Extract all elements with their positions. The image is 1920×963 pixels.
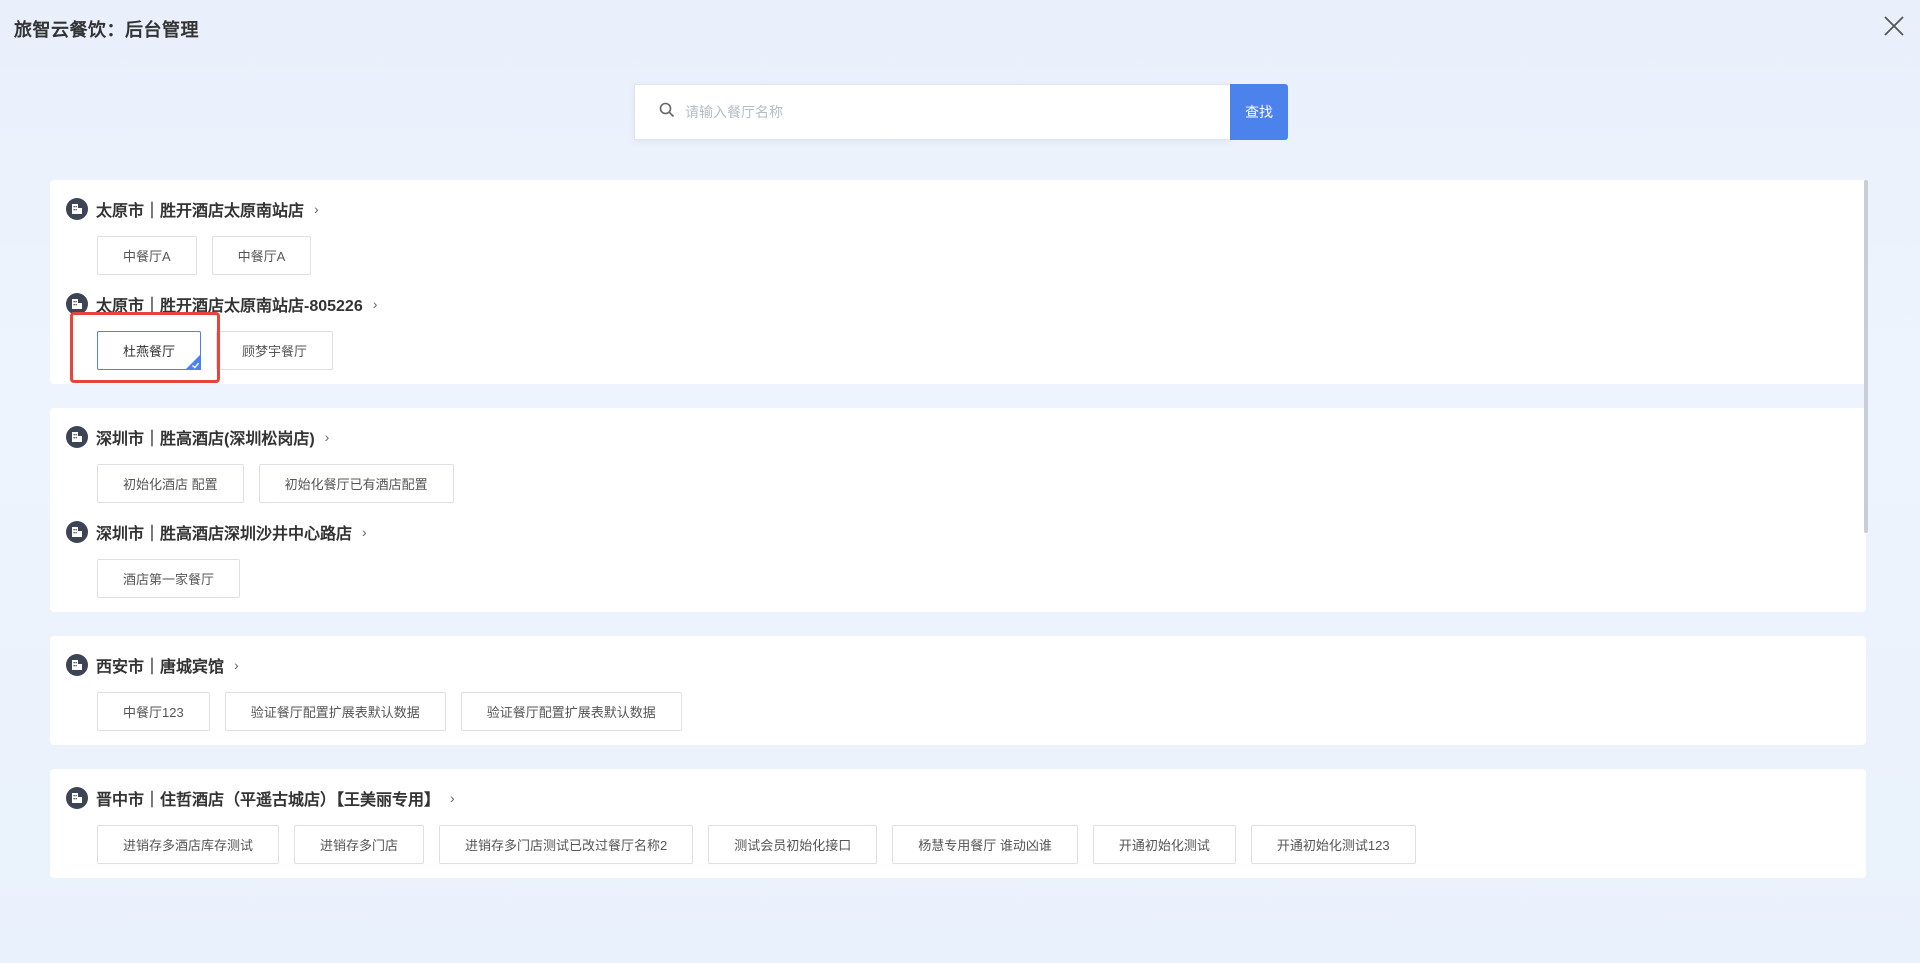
hotel-name: 晋中市｜住哲酒店（平遥古城店）【王美丽专用】: [96, 792, 441, 809]
restaurant-label: 酒店第一家餐厅: [123, 572, 215, 587]
building-icon: [66, 426, 88, 448]
restaurant-label: 初始化酒店 配置: [123, 477, 218, 492]
chevron-right-icon: ›: [362, 524, 367, 540]
hotel-group-card: 晋中市｜住哲酒店（平遥古城店）【王美丽专用】 › 进销存多酒店库存测试 进销存多门店进…: [50, 769, 1866, 878]
restaurant-list: 初始化酒店 配置 初始化餐厅已有酒店配置: [97, 464, 1866, 503]
restaurant-label: 中餐厅A: [123, 249, 171, 264]
building-icon: [66, 787, 88, 809]
chevron-right-icon: ›: [324, 429, 330, 445]
restaurant-label: 进销存多酒店库存测试: [123, 838, 254, 853]
hotel-header[interactable]: 太原市｜胜开酒店太原南站店 ›: [66, 196, 1866, 222]
hotel-header[interactable]: 西安市｜唐城宾馆 ›: [66, 652, 1866, 678]
hotel-header[interactable]: 太原市｜胜开酒店太原南站店-805226 ›: [66, 291, 1866, 317]
search-input[interactable]: [685, 104, 1205, 120]
search-icon: [659, 102, 675, 123]
restaurant-button[interactable]: 中餐厅123: [97, 692, 210, 731]
restaurant-label: 中餐厅A: [237, 249, 286, 264]
restaurant-label: 进销存多门店: [320, 838, 399, 853]
header: 旅智云餐饮：后台管理: [0, 0, 1920, 54]
restaurant-list: 进销存多酒店库存测试 进销存多门店 进销存多门店测试已改过餐厅名称2 测试会员初始化接…: [97, 825, 1866, 864]
chevron-right-icon: ›: [372, 296, 378, 312]
restaurant-label: 进销存多门店测试已改过餐厅名称2: [465, 838, 668, 853]
hotel-name: 深圳市｜胜高酒店深圳沙井中心路店: [96, 526, 353, 543]
building-icon: [66, 198, 88, 220]
restaurant-label: 初始化餐厅已有酒店配置: [284, 477, 428, 492]
restaurant-button[interactable]: 进销存多门店: [294, 825, 425, 864]
hotel-group-card: 深圳市｜胜高酒店(深圳松岗店) › 初始化酒店 配置 初始化餐厅已有酒店配置 深圳市｜胜…: [50, 408, 1866, 612]
hotel-name: 深圳市｜胜高酒店(深圳松岗店): [96, 431, 315, 448]
restaurant-label: 杨慧专用餐厅 谁动凶谁: [918, 838, 1052, 853]
close-icon[interactable]: [1882, 14, 1906, 38]
chevron-right-icon: ›: [314, 201, 319, 217]
hotel-name: 太原市｜胜开酒店太原南站店-805226: [96, 298, 363, 315]
hotel-group-card: 西安市｜唐城宾馆 › 中餐厅123 验证餐厅配置扩展表默认数据 验证餐厅配置扩展表默认数…: [50, 636, 1866, 745]
building-icon: [66, 293, 88, 315]
restaurant-label: 测试会员初始化接口: [734, 838, 852, 853]
restaurant-button[interactable]: 开通初始化测试: [1092, 825, 1236, 864]
restaurant-button[interactable]: 进销存多门店测试已改过餐厅名称2: [439, 825, 694, 864]
hotel-header[interactable]: 晋中市｜住哲酒店（平遥古城店）【王美丽专用】 ›: [66, 785, 1866, 811]
restaurant-label: 验证餐厅配置扩展表默认数据: [250, 705, 420, 720]
restaurant-label: 开通初始化测试: [1118, 838, 1210, 853]
app-title: 旅智云餐饮：后台管理: [14, 20, 199, 40]
building-icon: [66, 654, 88, 676]
restaurant-label: 中餐厅123: [123, 705, 184, 720]
search-bar: 查找: [634, 84, 1288, 140]
restaurant-button-selected[interactable]: 杜燕餐厅: [97, 331, 202, 370]
scrollbar-thumb[interactable]: [1864, 180, 1868, 533]
restaurant-button[interactable]: 顾梦宇餐厅: [216, 331, 334, 370]
restaurant-button[interactable]: 开通初始化测试123: [1250, 825, 1416, 864]
chevron-right-icon: ›: [234, 657, 239, 673]
check-badge-icon: [185, 354, 202, 370]
restaurant-label: 杜燕餐厅: [123, 344, 176, 359]
restaurant-button[interactable]: 酒店第一家餐厅: [97, 559, 241, 598]
restaurant-button[interactable]: 进销存多酒店库存测试: [97, 825, 280, 864]
restaurant-button[interactable]: 杨慧专用餐厅 谁动凶谁: [892, 825, 1078, 864]
restaurant-button[interactable]: 验证餐厅配置扩展表默认数据: [224, 692, 446, 731]
restaurant-button[interactable]: 中餐厅A: [211, 236, 312, 275]
hotel-header[interactable]: 深圳市｜胜高酒店(深圳松岗店) ›: [66, 424, 1866, 450]
restaurant-button[interactable]: 验证餐厅配置扩展表默认数据: [460, 692, 682, 731]
building-icon: [66, 521, 88, 543]
restaurant-label: 验证餐厅配置扩展表默认数据: [486, 705, 656, 720]
restaurant-label: 顾梦宇餐厅: [242, 344, 308, 359]
hotel-name: 西安市｜唐城宾馆: [96, 659, 225, 676]
restaurant-button[interactable]: 初始化酒店 配置: [97, 464, 244, 503]
restaurant-list: 中餐厅A 中餐厅A: [97, 236, 1866, 275]
chevron-right-icon: ›: [450, 790, 455, 806]
hotel-group-card: 太原市｜胜开酒店太原南站店 › 中餐厅A 中餐厅A 太原市｜胜开酒店太原南站店-8052…: [50, 180, 1866, 384]
hotel-list: 太原市｜胜开酒店太原南站店 › 中餐厅A 中餐厅A 太原市｜胜开酒店太原南站店-8052…: [50, 180, 1866, 902]
hotel-header[interactable]: 深圳市｜胜高酒店深圳沙井中心路店 ›: [66, 519, 1866, 545]
restaurant-list: 杜燕餐厅 顾梦宇餐厅: [97, 331, 1866, 370]
search-box[interactable]: [634, 84, 1230, 140]
restaurant-list: 酒店第一家餐厅: [97, 559, 1866, 598]
restaurant-button[interactable]: 中餐厅A: [97, 236, 197, 275]
restaurant-label: 开通初始化测试123: [1276, 838, 1390, 853]
restaurant-button[interactable]: 测试会员初始化接口: [708, 825, 878, 864]
hotel-name: 太原市｜胜开酒店太原南站店: [96, 203, 305, 220]
restaurant-button[interactable]: 初始化餐厅已有酒店配置: [258, 464, 454, 503]
search-button[interactable]: 查找: [1230, 84, 1288, 140]
restaurant-list: 中餐厅123 验证餐厅配置扩展表默认数据 验证餐厅配置扩展表默认数据: [97, 692, 1866, 731]
